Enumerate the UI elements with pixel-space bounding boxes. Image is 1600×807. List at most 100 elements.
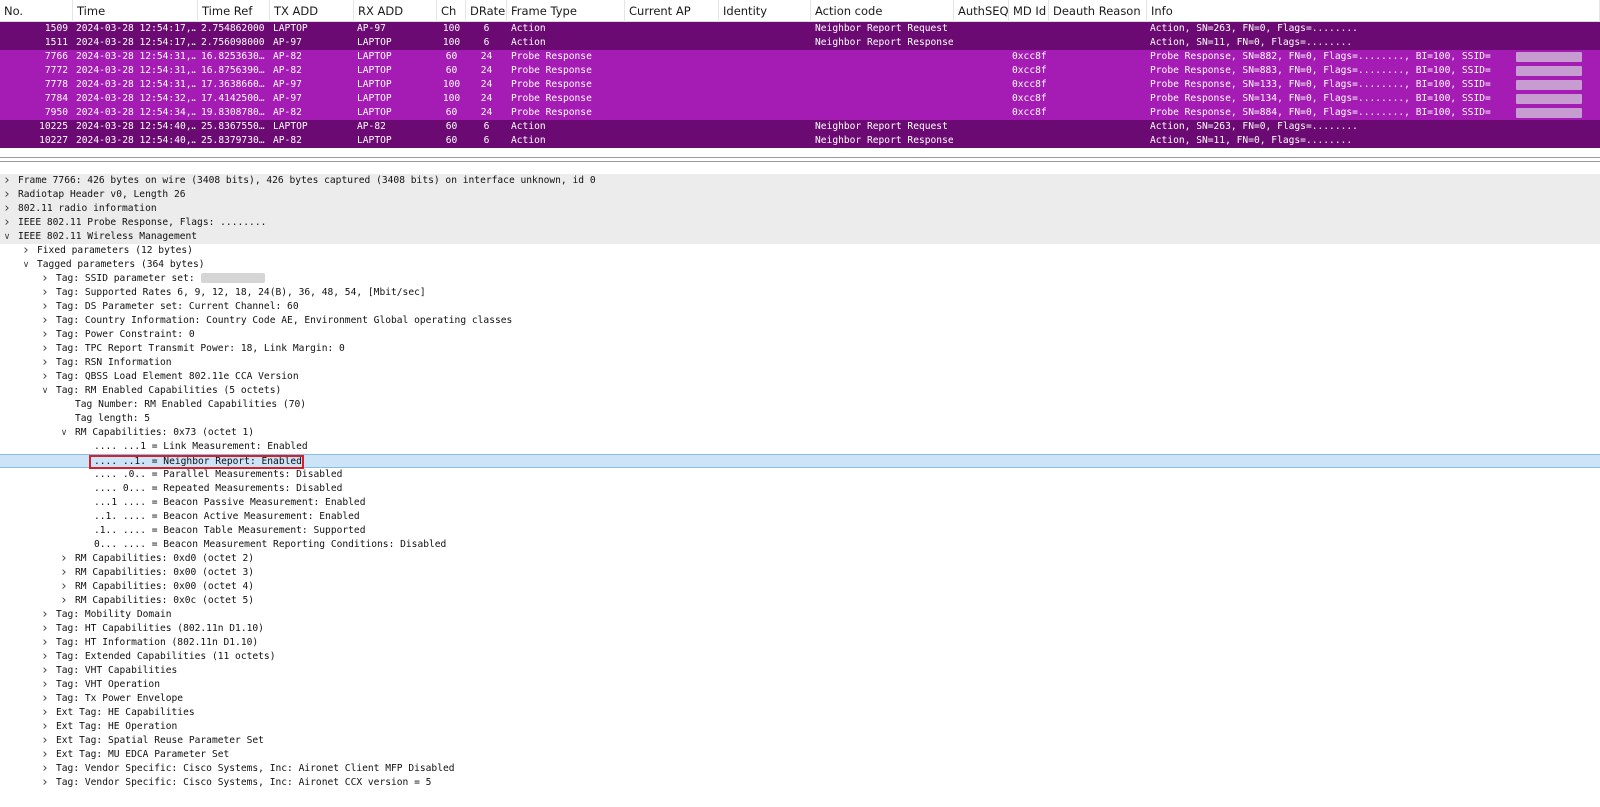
packet-row[interactable]: 7766 2024-03-28 12:54:31,… 16.8253630… AP-8…: [0, 50, 1600, 64]
chevron-right-icon[interactable]: ›: [40, 692, 50, 706]
chevron-right-icon[interactable]: ›: [59, 552, 69, 566]
chevron-down-icon[interactable]: ∨: [21, 258, 31, 272]
chevron-right-icon[interactable]: ›: [40, 608, 50, 622]
tree-row[interactable]: › Ext Tag: HE Capabilities: [0, 706, 1600, 720]
tree-row[interactable]: Tag Number: RM Enabled Capabilities (70): [0, 398, 1600, 412]
tree-row[interactable]: .... 0... = Repeated Measurements: Disab…: [0, 482, 1600, 496]
tree-row[interactable]: ..1. .... = Beacon Active Measurement: E…: [0, 510, 1600, 524]
packet-row[interactable]: 7950 2024-03-28 12:54:34,… 19.8308780… AP-8…: [0, 106, 1600, 120]
packet-row[interactable]: 1509 2024-03-28 12:54:17,… 2.754862000 LAPT…: [0, 22, 1600, 36]
column-header[interactable]: AuthSEQ: [954, 0, 1009, 22]
tree-row[interactable]: › RM Capabilities: 0x00 (octet 3): [0, 566, 1600, 580]
column-header[interactable]: Time: [73, 0, 198, 22]
chevron-right-icon[interactable]: ›: [40, 328, 50, 342]
column-header[interactable]: Info: [1147, 0, 1600, 22]
pane-splitter[interactable]: [0, 153, 1600, 172]
tree-row[interactable]: › Ext Tag: MU EDCA Parameter Set: [0, 748, 1600, 762]
tree-row[interactable]: .... .0.. = Parallel Measurements: Disab…: [0, 468, 1600, 482]
tree-row[interactable]: ∨ Tagged parameters (364 bytes): [0, 258, 1600, 272]
chevron-right-icon[interactable]: ›: [2, 216, 12, 230]
chevron-right-icon[interactable]: ›: [40, 636, 50, 650]
tree-row[interactable]: ...1 .... = Beacon Passive Measurement: …: [0, 496, 1600, 510]
chevron-right-icon[interactable]: ›: [59, 566, 69, 580]
tree-row[interactable]: › Ext Tag: HE Operation: [0, 720, 1600, 734]
chevron-right-icon[interactable]: ›: [59, 594, 69, 608]
tree-row[interactable]: Tag length: 5: [0, 412, 1600, 426]
chevron-right-icon[interactable]: ›: [40, 720, 50, 734]
packet-details-tree[interactable]: › Frame 7766: 426 bytes on wire (3408 bit…: [0, 174, 1600, 807]
tree-row[interactable]: › 802.11 radio information: [0, 202, 1600, 216]
chevron-right-icon[interactable]: ›: [40, 622, 50, 636]
tree-row[interactable]: 0... .... = Beacon Measurement Reporting…: [0, 538, 1600, 552]
column-header[interactable]: TX ADD: [270, 0, 354, 22]
tree-row[interactable]: › Tag: Vendor Specific: Cisco Systems, In…: [0, 776, 1600, 790]
column-header[interactable]: RX ADD: [354, 0, 437, 22]
tree-row[interactable]: › Tag: Vendor Specific: Cisco Systems, In…: [0, 762, 1600, 776]
chevron-right-icon[interactable]: ›: [40, 650, 50, 664]
tree-row[interactable]: › RM Capabilities: 0x00 (octet 4): [0, 580, 1600, 594]
tree-row[interactable]: › Ext Tag: Spatial Reuse Parameter Set: [0, 734, 1600, 748]
tree-row[interactable]: .... ..1. = Neighbor Report: Enabled: [0, 454, 1600, 469]
column-header[interactable]: Action code: [811, 0, 954, 22]
tree-row[interactable]: › Frame 7766: 426 bytes on wire (3408 bit…: [0, 174, 1600, 188]
tree-row[interactable]: › Radiotap Header v0, Length 26: [0, 188, 1600, 202]
chevron-right-icon[interactable]: ›: [40, 314, 50, 328]
chevron-right-icon[interactable]: ›: [40, 356, 50, 370]
chevron-down-icon[interactable]: ∨: [59, 426, 69, 440]
chevron-right-icon[interactable]: ›: [40, 370, 50, 384]
chevron-right-icon[interactable]: ›: [21, 244, 31, 258]
packet-row[interactable]: 7784 2024-03-28 12:54:32,… 17.4142500… AP-9…: [0, 92, 1600, 106]
tree-row[interactable]: › Tag: Mobility Domain: [0, 608, 1600, 622]
tree-row[interactable]: › Tag: HT Capabilities (802.11n D1.10): [0, 622, 1600, 636]
column-header[interactable]: DRate: [466, 0, 507, 22]
packet-list[interactable]: No. Time Time Ref TX ADD RX ADD Ch DRate Frame …: [0, 0, 1600, 153]
tree-row[interactable]: › Tag: TPC Report Transmit Power: 18, Lin…: [0, 342, 1600, 356]
chevron-right-icon[interactable]: ›: [40, 286, 50, 300]
tree-row[interactable]: › Tag: Supported Rates 6, 9, 12, 18, 24(B…: [0, 286, 1600, 300]
tree-row[interactable]: › Tag: RSN Information: [0, 356, 1600, 370]
tree-row[interactable]: .1.. .... = Beacon Table Measurement: Su…: [0, 524, 1600, 538]
tree-row[interactable]: › IEEE 802.11 Probe Response, Flags: ....…: [0, 216, 1600, 230]
chevron-right-icon[interactable]: ›: [40, 748, 50, 762]
chevron-right-icon[interactable]: ›: [2, 174, 12, 188]
tree-row[interactable]: › RM Capabilities: 0xd0 (octet 2): [0, 552, 1600, 566]
tree-row[interactable]: ∨ Tag: RM Enabled Capabilities (5 octets): [0, 384, 1600, 398]
chevron-right-icon[interactable]: ›: [40, 342, 50, 356]
tree-row[interactable]: › RM Capabilities: 0x0c (octet 5): [0, 594, 1600, 608]
column-header[interactable]: Deauth Reason: [1049, 0, 1147, 22]
packet-row[interactable]: 10225 2024-03-28 12:54:40,… 25.8367550… LAP…: [0, 120, 1600, 134]
tree-row[interactable]: › Tag: Country Information: Country Code …: [0, 314, 1600, 328]
packet-row[interactable]: 7772 2024-03-28 12:54:31,… 16.8756390… AP-8…: [0, 64, 1600, 78]
chevron-down-icon[interactable]: ∨: [2, 230, 12, 244]
packet-row[interactable]: 7778 2024-03-28 12:54:31,… 17.3638660… AP-9…: [0, 78, 1600, 92]
tree-row[interactable]: › Tag: Extended Capabilities (11 octets): [0, 650, 1600, 664]
tree-row[interactable]: › Tag: HT Information (802.11n D1.10): [0, 636, 1600, 650]
chevron-right-icon[interactable]: ›: [40, 300, 50, 314]
tree-row[interactable]: › Fixed parameters (12 bytes): [0, 244, 1600, 258]
chevron-right-icon[interactable]: ›: [2, 188, 12, 202]
column-header[interactable]: Current AP: [625, 0, 719, 22]
column-header[interactable]: Identity: [719, 0, 811, 22]
column-header[interactable]: Time Ref: [198, 0, 270, 22]
tree-row[interactable]: ∨ RM Capabilities: 0x73 (octet 1): [0, 426, 1600, 440]
chevron-right-icon[interactable]: ›: [59, 580, 69, 594]
tree-row[interactable]: › Tag: SSID parameter set:: [0, 272, 1600, 286]
chevron-right-icon[interactable]: ›: [40, 272, 50, 286]
column-header[interactable]: No.: [0, 0, 73, 22]
tree-row[interactable]: › Tag: QBSS Load Element 802.11e CCA Vers…: [0, 370, 1600, 384]
chevron-right-icon[interactable]: ›: [40, 678, 50, 692]
column-header[interactable]: Frame Type: [507, 0, 625, 22]
chevron-right-icon[interactable]: ›: [40, 706, 50, 720]
tree-row[interactable]: › Tag: Power Constraint: 0: [0, 328, 1600, 342]
chevron-right-icon[interactable]: ›: [2, 202, 12, 216]
tree-row[interactable]: › Tag: DS Parameter set: Current Channel:…: [0, 300, 1600, 314]
chevron-right-icon[interactable]: ›: [40, 664, 50, 678]
chevron-right-icon[interactable]: ›: [40, 762, 50, 776]
column-header[interactable]: MD Id: [1009, 0, 1049, 22]
tree-row[interactable]: .... ...1 = Link Measurement: Enabled: [0, 440, 1600, 454]
tree-row[interactable]: › Tag: Tx Power Envelope: [0, 692, 1600, 706]
chevron-right-icon[interactable]: ›: [40, 776, 50, 790]
tree-row[interactable]: › Tag: VHT Operation: [0, 678, 1600, 692]
chevron-right-icon[interactable]: ›: [40, 734, 50, 748]
tree-row[interactable]: › Tag: VHT Capabilities: [0, 664, 1600, 678]
